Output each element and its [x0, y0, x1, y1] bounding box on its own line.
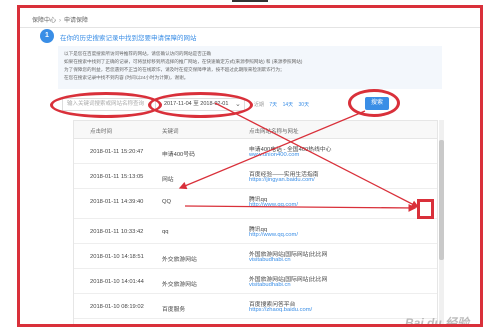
quick-range-14[interactable]: 14天	[283, 102, 294, 108]
table-row: 2018-01-11 14:39:40 QQ 腾讯qq http://www.q…	[74, 189, 437, 219]
search-input[interactable]: 输入关键词搜索或网站名称查询	[62, 98, 152, 111]
table-scrollbar[interactable]	[439, 120, 444, 324]
top-tab-indicator	[232, 0, 268, 2]
breadcrumb: 保障中心 › 申请保障	[32, 15, 88, 24]
notice-line-1: 以下是您在百度搜索所访问导推荐的网站，请您确认访问的网站是否正确	[64, 51, 212, 56]
row-keyword: 外交旅游网站	[162, 282, 197, 288]
quick-range-label: 近期	[254, 102, 265, 108]
quick-range-group: 近期 7天 14天 30天	[254, 101, 313, 108]
row-site-url[interactable]: https://zhaoq.baidu.com/	[249, 307, 312, 313]
table-row: 2018-01-11 10:33:42 qq 腾讯qq http://www.q…	[74, 219, 437, 244]
quick-range-30[interactable]: 30天	[299, 102, 310, 108]
header-keyword: 关键词	[162, 129, 179, 135]
row-site-url[interactable]: visitabudhabi.cn	[249, 282, 291, 288]
row-time: 2018-01-10 08:19:02	[90, 304, 144, 310]
header-time: 点击时间	[90, 129, 113, 135]
scrollbar-thumb[interactable]	[439, 140, 444, 260]
row-time: 2018-01-10 14:01:44	[90, 279, 144, 285]
table-row: 2018-01-10 14:01:44 外交旅游网站 外国旅游网站|国际网站|比…	[74, 269, 437, 294]
notice-box: 以下是您在百度搜索所访问导推荐的网站，请您确认访问的网站是否正确 如果在搜索中找…	[58, 46, 442, 89]
row-keyword: 网站	[162, 177, 174, 183]
row-keyword: QQ	[162, 199, 172, 205]
row-time: 2018-01-11 15:13:05	[90, 174, 144, 180]
table-row: 2018-01-11 15:13:05 网站 百度经验——实用生活指南 http…	[74, 164, 437, 189]
header-site: 点击网站名称与网址	[249, 129, 299, 135]
search-button[interactable]: 搜索	[365, 97, 389, 110]
notice-line-4: 在您在搜索记录中找不到内容 (时间以24小时为计算)，谢谢。	[64, 75, 189, 80]
breadcrumb-home[interactable]: 保障中心	[32, 18, 56, 24]
row-keyword: 外交旅游网站	[162, 257, 197, 263]
row-time: 2018-01-11 14:39:40	[90, 199, 144, 205]
row-site-url[interactable]: http://www.qq.com/	[249, 232, 298, 238]
row-time: 2018-01-11 15:20:47	[90, 149, 144, 155]
row-site-url[interactable]: www.union400.com	[249, 152, 299, 158]
chevron-down-icon[interactable]: ⌄	[235, 100, 241, 108]
row-keyword: 申请400号码	[162, 152, 195, 158]
row-site-url[interactable]: http://www.qq.com/	[249, 202, 298, 208]
table-row: 2018-01-10 14:18:51 外交旅游网站 外国旅游网站|国际网站|比…	[74, 244, 437, 269]
notice-line-3: 为了保障您的利益，若您遇到不正当的在线欺诈，请及时在提交保障申请，按不超过此期限…	[64, 67, 285, 72]
notice-line-2: 如果在搜索中找到了正确的记录，可将鼠标移到所选择的推广网站，在快速确定方式(来源…	[64, 59, 303, 64]
table-row: 2018-01-11 15:20:47 申请400号码 申请400电话 - 全国…	[74, 139, 437, 164]
header-select: 选择	[437, 127, 438, 135]
table-header: 点击时间 关键词 点击网站名称与网址 选择	[74, 121, 437, 139]
history-table: 点击时间 关键词 点击网站名称与网址 选择 2018-01-11 15:20:4…	[73, 120, 438, 324]
annotation-frame: 保障中心 › 申请保障 1 在你的历史搜索记录中找到您要申请保障的网站 以下是您在百…	[17, 5, 483, 327]
breadcrumb-separator: ›	[59, 18, 62, 24]
step-number-badge: 1	[40, 29, 54, 43]
row-site-url[interactable]: visitabudhabi.cn	[249, 257, 291, 263]
watermark: Bai du 经验	[405, 316, 470, 327]
row-time: 2018-01-10 14:18:51	[90, 254, 144, 260]
header-divider	[20, 27, 480, 28]
row-site-url[interactable]: https://jingyan.baidu.com/	[249, 177, 315, 183]
quick-range-7[interactable]: 7天	[269, 102, 277, 108]
step-title: 在你的历史搜索记录中找到您要申请保障的网站	[60, 35, 197, 42]
row-time: 2018-01-11 10:33:42	[90, 229, 144, 235]
row-keyword: 百度服务	[162, 307, 186, 313]
row-keyword: qq	[162, 229, 169, 235]
breadcrumb-current: 申请保障	[64, 18, 89, 24]
date-range-picker[interactable]: 2017-11-04 至 2018-02-01	[155, 98, 245, 111]
table-row: 2018-01-10 08:19:02 百度服务 百度搜索问答平台 https:…	[74, 294, 437, 319]
